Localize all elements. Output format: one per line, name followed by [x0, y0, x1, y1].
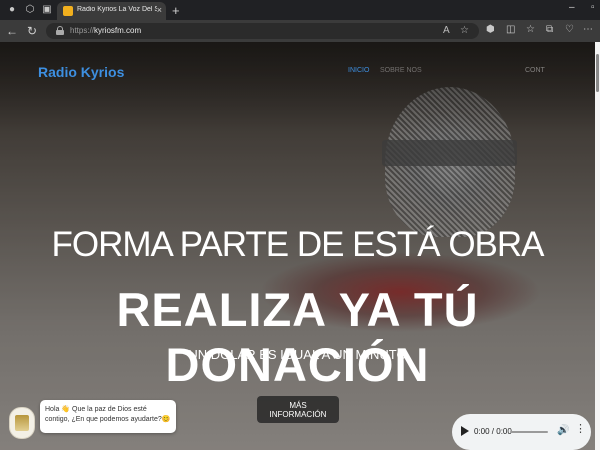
site-favicon: [63, 6, 73, 16]
reload-button[interactable]: ↻: [25, 24, 39, 38]
favorites-icon[interactable]: ☆: [526, 24, 535, 35]
maximize-button[interactable]: ▫: [591, 2, 595, 13]
tab-actions-icon[interactable]: ▣: [41, 4, 53, 16]
audio-player: 0:00 / 0:00 🔊 ⋮: [452, 414, 591, 450]
browser-toolbar: ← ↻ https://kyriosfm.com A ☆ ⬢ ◫ ☆ ⧉ ♡ ⋯: [0, 20, 600, 42]
close-tab-icon[interactable]: ×: [157, 5, 162, 15]
new-tab-button[interactable]: +: [172, 3, 180, 18]
profile-icon[interactable]: ●: [6, 4, 18, 16]
workspaces-icon[interactable]: ⬡: [24, 4, 36, 16]
chat-bubble[interactable]: Hola 👋 Que la paz de Dios esté contigo, …: [40, 400, 176, 433]
more-options-icon[interactable]: ⋮: [575, 424, 586, 435]
settings-icon[interactable]: ⋯: [583, 24, 593, 35]
extensions-icon[interactable]: ⬢: [486, 24, 495, 35]
browser-tab-active[interactable]: Radio Kyrios La Voz Del Señor ×: [57, 2, 166, 20]
back-button[interactable]: ←: [5, 24, 19, 38]
volume-icon[interactable]: 🔊: [557, 425, 569, 436]
more-info-button[interactable]: MÁS INFORMACIÓN: [257, 396, 339, 423]
hero-subheading: UN DOLAR ES IGUAL A UN MINUTO: [188, 347, 407, 362]
hero-tagline: FORMA PARTE DE ESTÁ OBRA: [51, 225, 544, 264]
lock-icon[interactable]: [56, 26, 64, 35]
audio-time: 0:00 / 0:00: [474, 427, 512, 436]
split-screen-icon[interactable]: ◫: [506, 24, 515, 35]
favorite-icon[interactable]: ☆: [460, 25, 469, 36]
read-aloud-icon[interactable]: A: [443, 25, 450, 36]
page-viewport: Radio Kyrios INICIO SOBRE NOS CONT FORMA…: [0, 42, 595, 450]
page-scrollbar[interactable]: [595, 42, 600, 450]
church-icon: [15, 415, 29, 431]
nav-sobre-nos[interactable]: SOBRE NOS: [380, 67, 422, 74]
play-icon[interactable]: [461, 426, 469, 436]
audio-seek-bar[interactable]: [510, 431, 548, 433]
scrollbar-thumb[interactable]: [596, 54, 599, 92]
url-text[interactable]: https://kyriosfm.com: [70, 26, 141, 35]
chat-avatar[interactable]: [9, 407, 35, 439]
minimize-button[interactable]: –: [569, 2, 575, 13]
browser-essentials-icon[interactable]: ♡: [565, 24, 574, 35]
browser-tab-bar: ● ⬡ ▣ Radio Kyrios La Voz Del Señor × + …: [0, 0, 600, 20]
tab-title: Radio Kyrios La Voz Del Señor: [77, 6, 157, 13]
collections-icon[interactable]: ⧉: [546, 24, 553, 35]
hero-heading: REALIZA YA TÚ DONACIÓN: [116, 283, 479, 391]
address-bar[interactable]: https://kyriosfm.com A ☆: [46, 23, 479, 39]
chat-message: Hola 👋 Que la paz de Dios esté contigo, …: [45, 406, 171, 423]
nav-contacto[interactable]: CONT: [525, 67, 545, 74]
site-logo[interactable]: Radio Kyrios: [38, 64, 124, 80]
nav-inicio[interactable]: INICIO: [348, 67, 369, 74]
